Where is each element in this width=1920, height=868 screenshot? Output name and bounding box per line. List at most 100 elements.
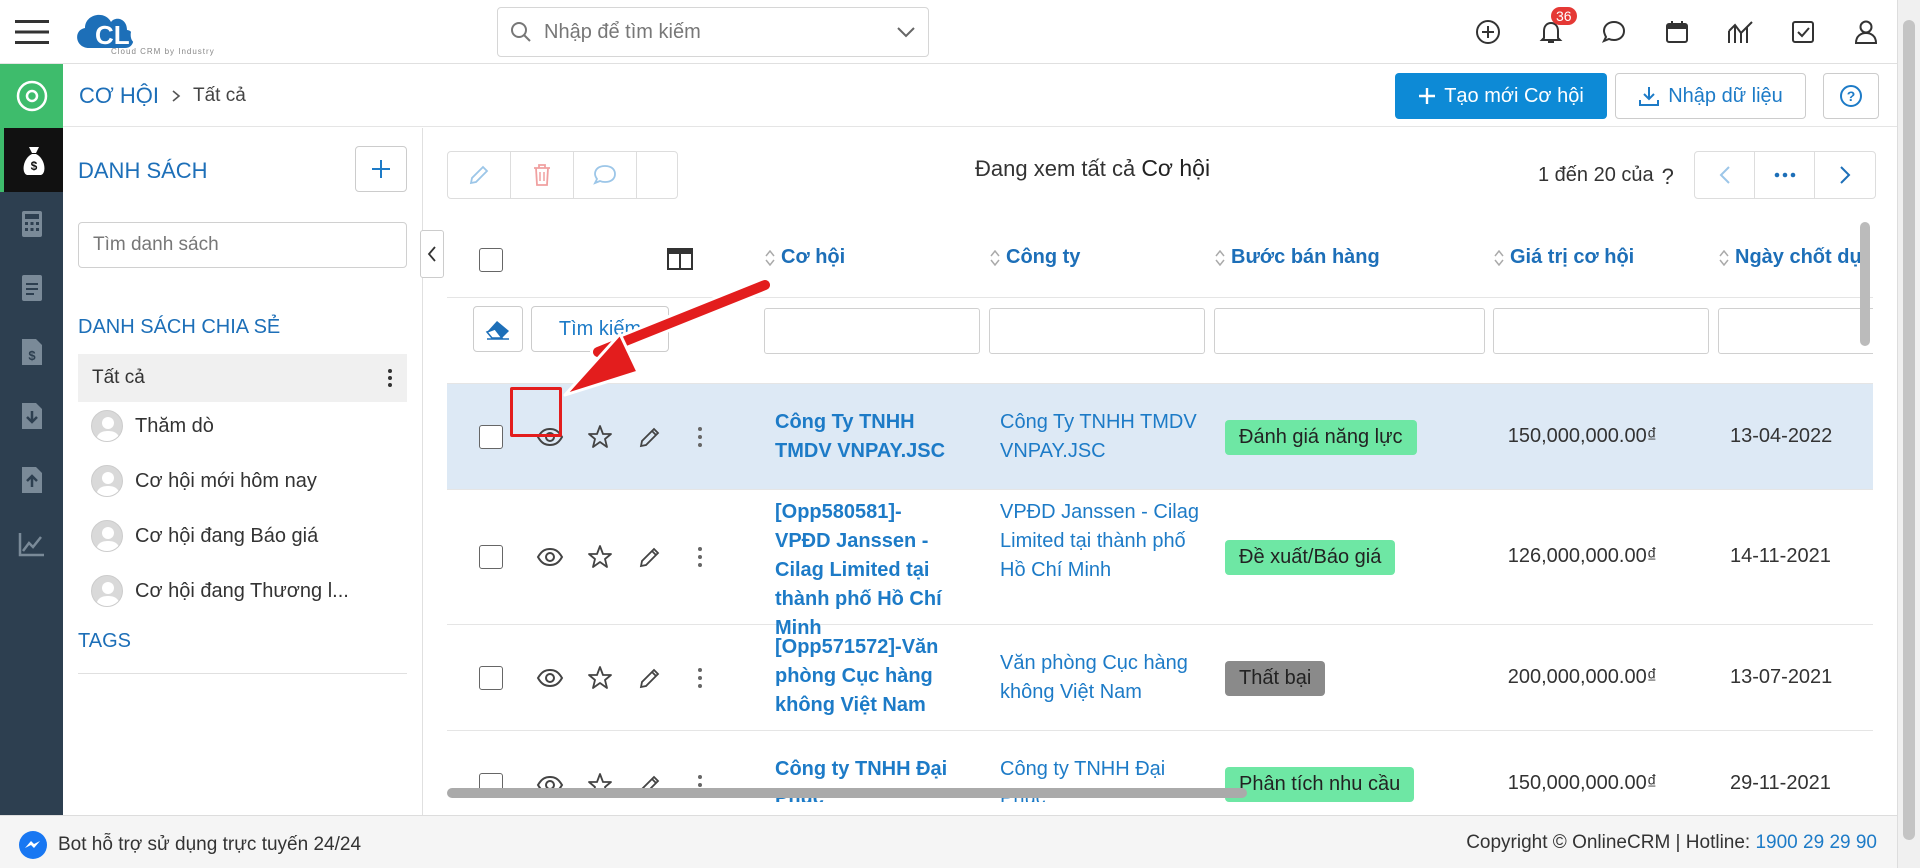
table-header: Cơ hội Công ty Bước bán hàng Giá trị cơ … bbox=[447, 220, 1873, 298]
breadcrumb-module[interactable]: CƠ HỘI bbox=[79, 83, 159, 109]
shared-lists-title: DANH SÁCH CHIA SẺ bbox=[78, 316, 281, 338]
filter-date-input[interactable] bbox=[1718, 308, 1873, 354]
table-row[interactable]: Công Ty TNHH TMDV VNPAY.JSC Công Ty TNHH… bbox=[447, 384, 1873, 490]
column-header-close-date[interactable]: Ngày chốt dự bbox=[1719, 246, 1864, 269]
global-search-input[interactable] bbox=[544, 20, 896, 44]
rail-item-invoices[interactable]: $ bbox=[0, 320, 63, 384]
rail-item-reports[interactable] bbox=[0, 512, 63, 576]
column-header-opportunity[interactable]: Cơ hội bbox=[765, 246, 845, 269]
row-checkbox[interactable] bbox=[479, 666, 503, 690]
list-search-input[interactable] bbox=[78, 222, 407, 268]
column-layout-button[interactable] bbox=[667, 248, 693, 270]
view-record-button[interactable] bbox=[525, 539, 575, 575]
collapse-sidebar-button[interactable] bbox=[420, 230, 444, 278]
plus-circle-icon bbox=[1475, 20, 1500, 44]
value-cell: 150,000,000.00₫ bbox=[1507, 772, 1657, 794]
horizontal-scrollbar[interactable] bbox=[447, 788, 1247, 798]
user-profile-button[interactable] bbox=[1834, 0, 1897, 64]
rail-item-receipts[interactable] bbox=[0, 384, 63, 448]
rail-item-opportunities[interactable]: $ bbox=[0, 128, 63, 192]
calendar-button[interactable] bbox=[1645, 0, 1708, 64]
window-scrollbar[interactable] bbox=[1897, 0, 1920, 868]
upload-doc-icon bbox=[21, 467, 42, 493]
rail-item-contracts[interactable] bbox=[0, 256, 63, 320]
list-sidebar: DANH SÁCH DANH SÁCH CHIA SẺ Tất cả Thăm … bbox=[63, 128, 423, 815]
opportunity-name-link[interactable]: [Opp580581]-VPĐD Janssen - Cilag Limited… bbox=[775, 498, 955, 643]
filter-company-input[interactable] bbox=[989, 308, 1205, 354]
list-actions-toolbar bbox=[447, 151, 678, 199]
avatar bbox=[91, 575, 123, 607]
bulk-comment-button[interactable] bbox=[574, 152, 637, 198]
favorite-button[interactable] bbox=[575, 660, 625, 696]
company-link[interactable]: VPĐD Janssen - Cilag Limited tại thành p… bbox=[1000, 498, 1200, 585]
filter-search-button[interactable]: Tìm kiếm bbox=[531, 306, 669, 352]
sidebar-item-label: Cơ hội mới hôm nay bbox=[135, 469, 317, 492]
filter-opportunity-input[interactable] bbox=[764, 308, 980, 354]
hamburger-menu-button[interactable] bbox=[0, 0, 63, 64]
cloudpro-logo[interactable]: CLOUDPRO Cloud CRM by Industry bbox=[71, 6, 311, 56]
kebab-menu-icon[interactable] bbox=[387, 368, 393, 388]
support-bot-link[interactable]: Bot hỗ trợ sử dụng trực tuyến 24/24 bbox=[18, 830, 361, 860]
select-all-checkbox[interactable] bbox=[479, 248, 503, 272]
sidebar-item-tham-do[interactable]: Thăm dò bbox=[91, 410, 407, 442]
global-search[interactable] bbox=[497, 7, 929, 57]
column-header-company[interactable]: Công ty bbox=[990, 246, 1080, 269]
next-page-button[interactable] bbox=[1815, 152, 1875, 198]
close-date-cell: 13-07-2021 bbox=[1730, 666, 1833, 688]
table-vertical-scrollbar[interactable] bbox=[1860, 222, 1870, 346]
sidebar-item-new-today[interactable]: Cơ hội mới hôm nay bbox=[91, 465, 407, 497]
stage-badge: Đề xuất/Báo giá bbox=[1225, 540, 1396, 575]
bulk-edit-button[interactable] bbox=[448, 152, 511, 198]
rail-item-dashboard[interactable] bbox=[0, 64, 63, 128]
edit-record-button[interactable] bbox=[625, 419, 675, 455]
help-button[interactable]: ? bbox=[1823, 73, 1879, 119]
notifications-button[interactable]: 36 bbox=[1519, 0, 1582, 64]
filter-stage-input[interactable] bbox=[1214, 308, 1485, 354]
filter-row: Tìm kiếm bbox=[447, 298, 1873, 384]
hotline-link[interactable]: 1900 29 29 90 bbox=[1755, 832, 1877, 853]
chat-button[interactable] bbox=[1582, 0, 1645, 64]
sidebar-item-label: Thăm dò bbox=[135, 414, 214, 437]
page-jump-button[interactable] bbox=[1755, 152, 1815, 198]
bulk-delete-button[interactable] bbox=[511, 152, 574, 198]
quick-create-button[interactable] bbox=[1456, 0, 1519, 64]
favorite-button[interactable] bbox=[575, 419, 625, 455]
row-checkbox[interactable] bbox=[479, 425, 503, 449]
view-record-button[interactable] bbox=[525, 660, 575, 696]
row-more-button[interactable] bbox=[675, 419, 725, 455]
sidebar-item-negotiating[interactable]: Cơ hội đang Thương l... bbox=[91, 575, 407, 607]
filter-value-input[interactable] bbox=[1493, 308, 1709, 354]
prev-page-button[interactable] bbox=[1695, 152, 1755, 198]
create-opportunity-button[interactable]: Tạo mới Cơ hội bbox=[1395, 73, 1607, 119]
invoice-icon: $ bbox=[21, 339, 42, 365]
chevron-down-icon[interactable] bbox=[896, 26, 916, 38]
trash-icon bbox=[534, 164, 550, 186]
rail-item-payments[interactable] bbox=[0, 448, 63, 512]
import-data-button[interactable]: Nhập dữ liệu bbox=[1615, 73, 1806, 119]
paging-total-button[interactable]: ? bbox=[1662, 164, 1674, 190]
row-more-button[interactable] bbox=[675, 660, 725, 696]
window-scrollbar-thumb[interactable] bbox=[1903, 20, 1915, 840]
table-row[interactable]: [Opp571572]-Văn phòng Cục hàng không Việ… bbox=[447, 625, 1873, 731]
reports-button[interactable] bbox=[1708, 0, 1771, 64]
sidebar-item-quoting[interactable]: Cơ hội đang Báo giá bbox=[91, 520, 407, 552]
column-header-sales-stage[interactable]: Bước bán hàng bbox=[1215, 246, 1380, 269]
rail-item-quotes[interactable] bbox=[0, 192, 63, 256]
tasks-button[interactable] bbox=[1771, 0, 1834, 64]
edit-record-button[interactable] bbox=[625, 660, 675, 696]
opportunity-name-link[interactable]: Công Ty TNHH TMDV VNPAY.JSC bbox=[775, 408, 955, 466]
row-checkbox[interactable] bbox=[479, 545, 503, 569]
company-link[interactable]: Công Ty TNHH TMDV VNPAY.JSC bbox=[1000, 408, 1200, 466]
logo-text: CLOUDPRO bbox=[95, 20, 244, 50]
column-header-value[interactable]: Giá trị cơ hội bbox=[1494, 246, 1634, 269]
favorite-button[interactable] bbox=[575, 539, 625, 575]
table-row[interactable]: [Opp580581]-VPĐD Janssen - Cilag Limited… bbox=[447, 490, 1873, 639]
edit-record-button[interactable] bbox=[625, 539, 675, 575]
add-list-button[interactable] bbox=[355, 146, 407, 192]
row-more-button[interactable] bbox=[675, 539, 725, 575]
opportunity-name-link[interactable]: [Opp571572]-Văn phòng Cục hàng không Việ… bbox=[775, 633, 955, 720]
company-link[interactable]: Văn phòng Cục hàng không Việt Nam bbox=[1000, 649, 1200, 707]
sidebar-item-all[interactable]: Tất cả bbox=[78, 354, 407, 402]
clear-filter-button[interactable] bbox=[473, 306, 523, 352]
more-actions-button[interactable] bbox=[637, 152, 677, 198]
